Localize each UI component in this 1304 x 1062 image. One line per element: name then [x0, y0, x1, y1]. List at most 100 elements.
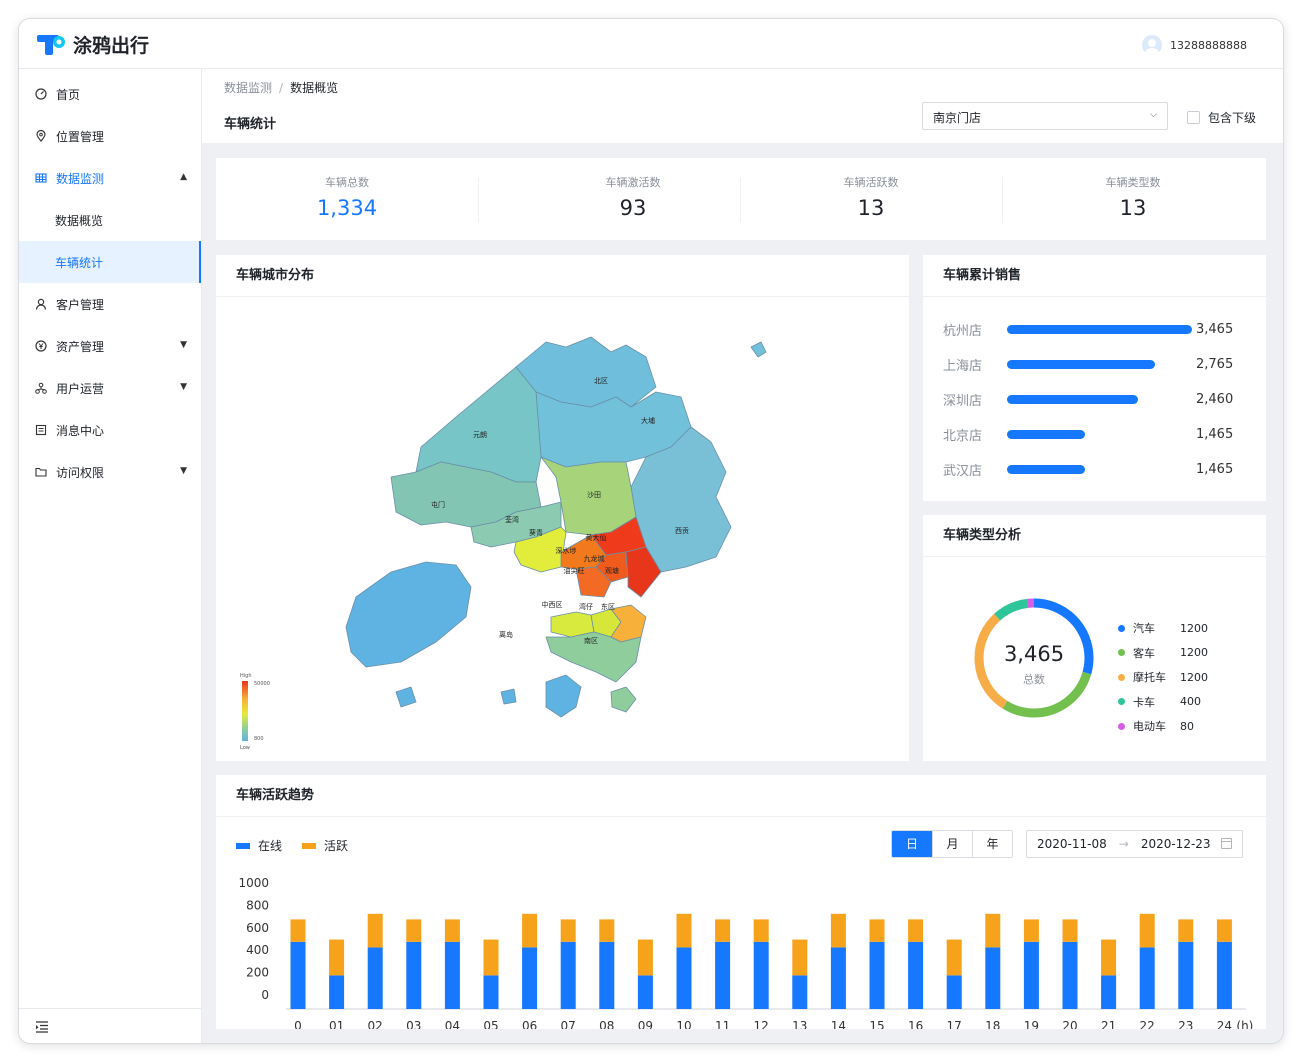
bar-segment[interactable] — [792, 975, 808, 1009]
segment-month[interactable]: 月 — [932, 831, 972, 857]
type-legend-item[interactable]: 汽车 1200 — [1118, 620, 1208, 636]
bar-segment[interactable] — [946, 939, 962, 976]
bar-segment[interactable] — [1178, 941, 1194, 1009]
bar-segment[interactable] — [1062, 919, 1078, 942]
bar-segment[interactable] — [444, 941, 460, 1009]
date-start[interactable]: 2020-11-08 — [1037, 837, 1107, 851]
sidebar-item-access[interactable]: 访问权限 ▼ — [19, 451, 201, 493]
legend-value: 1200 — [1180, 646, 1208, 659]
include-sub-checkbox[interactable]: 包含下级 — [1187, 109, 1256, 126]
bar-segment[interactable] — [753, 919, 769, 942]
bar-segment[interactable] — [1139, 913, 1155, 948]
sales-card: 车辆累计销售 杭州店 3,465 上海店 2,765 深圳店 2,460 北京店 1,465 武… — [923, 255, 1266, 501]
sidebar-item-assets[interactable]: 资产管理 ▼ — [19, 325, 201, 367]
map-island — [395, 686, 417, 708]
bar-segment[interactable] — [599, 941, 615, 1009]
bar-segment[interactable] — [715, 941, 731, 1009]
arrow-right-icon: → — [1118, 837, 1129, 851]
sidebar-item-operations[interactable]: 用户运营 ▼ — [19, 367, 201, 409]
sidebar-item-vehicle-stats[interactable]: 车辆统计 — [19, 241, 201, 283]
bar-segment[interactable] — [560, 919, 576, 942]
bar-segment[interactable] — [753, 941, 769, 1009]
menu-fold-icon[interactable] — [35, 1021, 49, 1033]
sidebar-item-data-monitor[interactable]: 数据监测 ▲ — [19, 157, 201, 199]
activity-trend-chart[interactable]: 0 200 400 600 800 1000 0 01 02 03 04 05 06 07 08 09 10 11… — [216, 869, 1266, 1029]
bar-segment[interactable] — [869, 919, 885, 942]
type-legend-item[interactable]: 客车 1200 — [1118, 645, 1208, 661]
bar-segment[interactable] — [483, 939, 499, 976]
sales-value: 2,765 — [1196, 356, 1234, 372]
bar-segment[interactable] — [406, 941, 422, 1009]
type-legend-item[interactable]: 摩托车 1200 — [1118, 669, 1208, 685]
bar-segment[interactable] — [908, 919, 924, 942]
bar-segment[interactable] — [290, 941, 306, 1009]
sidebar-item-messages[interactable]: 消息中心 — [19, 409, 201, 451]
bar-segment[interactable] — [715, 919, 731, 942]
type-legend-item[interactable]: 电动车 80 — [1118, 718, 1194, 734]
stat-types: 车辆类型数 13 — [1002, 158, 1264, 240]
sidebar-item-label: 数据监测 — [56, 171, 105, 186]
bar-segment[interactable] — [1101, 975, 1117, 1009]
legend-active[interactable]: 活跃 — [302, 837, 348, 854]
bar-segment[interactable] — [869, 941, 885, 1009]
bar-segment[interactable] — [560, 941, 576, 1009]
bar-segment[interactable] — [367, 913, 383, 948]
city-distribution-map[interactable]: 北区 大埔 元朗 屯门 沙田 荃湾 葵青 黄大仙 深水埗 九龙城 油尖旺 观塘 … — [216, 297, 909, 761]
bar-segment[interactable] — [522, 947, 538, 1009]
segment-day[interactable]: 日 — [892, 831, 932, 857]
user-menu[interactable]: 13288888888 — [1142, 35, 1247, 55]
bar-segment[interactable] — [1216, 941, 1232, 1009]
bar-segment[interactable] — [444, 919, 460, 942]
bar-segment[interactable] — [522, 913, 538, 948]
sales-value: 3,465 — [1196, 321, 1234, 337]
sidebar-item-customers[interactable]: 客户管理 — [19, 283, 201, 325]
bar-segment[interactable] — [985, 947, 1001, 1009]
bar-segment[interactable] — [1139, 947, 1155, 1009]
bar-segment[interactable] — [367, 947, 383, 1009]
bar-segment[interactable] — [599, 919, 615, 942]
y-tick-label: 400 — [246, 943, 269, 957]
type-legend-item[interactable]: 卡车 400 — [1118, 694, 1201, 710]
bar-segment[interactable] — [1023, 941, 1039, 1009]
sidebar-item-location[interactable]: 位置管理 — [19, 115, 201, 157]
table-icon — [35, 172, 47, 184]
bar-segment[interactable] — [676, 913, 692, 948]
checkbox-box[interactable] — [1187, 111, 1200, 124]
sidebar-divider — [19, 1008, 201, 1009]
sidebar-item-home[interactable]: 首页 — [19, 73, 201, 115]
bar-segment[interactable] — [329, 975, 345, 1009]
bar-segment[interactable] — [985, 913, 1001, 948]
bar-segment[interactable] — [1023, 919, 1039, 942]
type-card: 车辆类型分析 3,465 总数 汽车 1200 客车 1200 摩托车 1200 卡车 400… — [923, 515, 1266, 761]
map-label: 观塘 — [605, 566, 619, 575]
sales-row: 武汉店 1,465 — [943, 459, 1233, 479]
store-select[interactable]: 南京门店 ⌵ — [922, 102, 1168, 130]
sidebar-item-data-overview[interactable]: 数据概览 — [19, 199, 201, 241]
bar-segment[interactable] — [1101, 939, 1117, 976]
bar-segment[interactable] — [830, 913, 846, 948]
bar-segment[interactable] — [637, 975, 653, 1009]
bar-segment[interactable] — [830, 947, 846, 1009]
bar-segment[interactable] — [1216, 919, 1232, 942]
chevron-down-icon: ⌵ — [1150, 110, 1157, 120]
bar-segment[interactable] — [792, 939, 808, 976]
date-range-picker[interactable]: 2020-11-08 → 2020-12-23 — [1026, 830, 1243, 858]
bar-segment[interactable] — [483, 975, 499, 1009]
map-label: 东区 — [601, 602, 615, 611]
bar-segment[interactable] — [676, 947, 692, 1009]
bar-segment[interactable] — [406, 919, 422, 942]
breadcrumb-parent[interactable]: 数据监测 — [224, 81, 272, 95]
bar-segment[interactable] — [946, 975, 962, 1009]
bar-segment[interactable] — [1062, 941, 1078, 1009]
bar-segment[interactable] — [1178, 919, 1194, 942]
brand-logo[interactable]: 涂鸦出行 — [37, 31, 149, 58]
y-tick-label: 600 — [246, 921, 269, 935]
bar-segment[interactable] — [637, 939, 653, 976]
legend-online[interactable]: 在线 — [236, 837, 282, 854]
bar-segment[interactable] — [908, 941, 924, 1009]
date-end[interactable]: 2020-12-23 — [1141, 837, 1211, 851]
segment-year[interactable]: 年 — [972, 831, 1012, 857]
map-label: 荃湾 — [505, 515, 519, 524]
bar-segment[interactable] — [329, 939, 345, 976]
bar-segment[interactable] — [290, 919, 306, 942]
